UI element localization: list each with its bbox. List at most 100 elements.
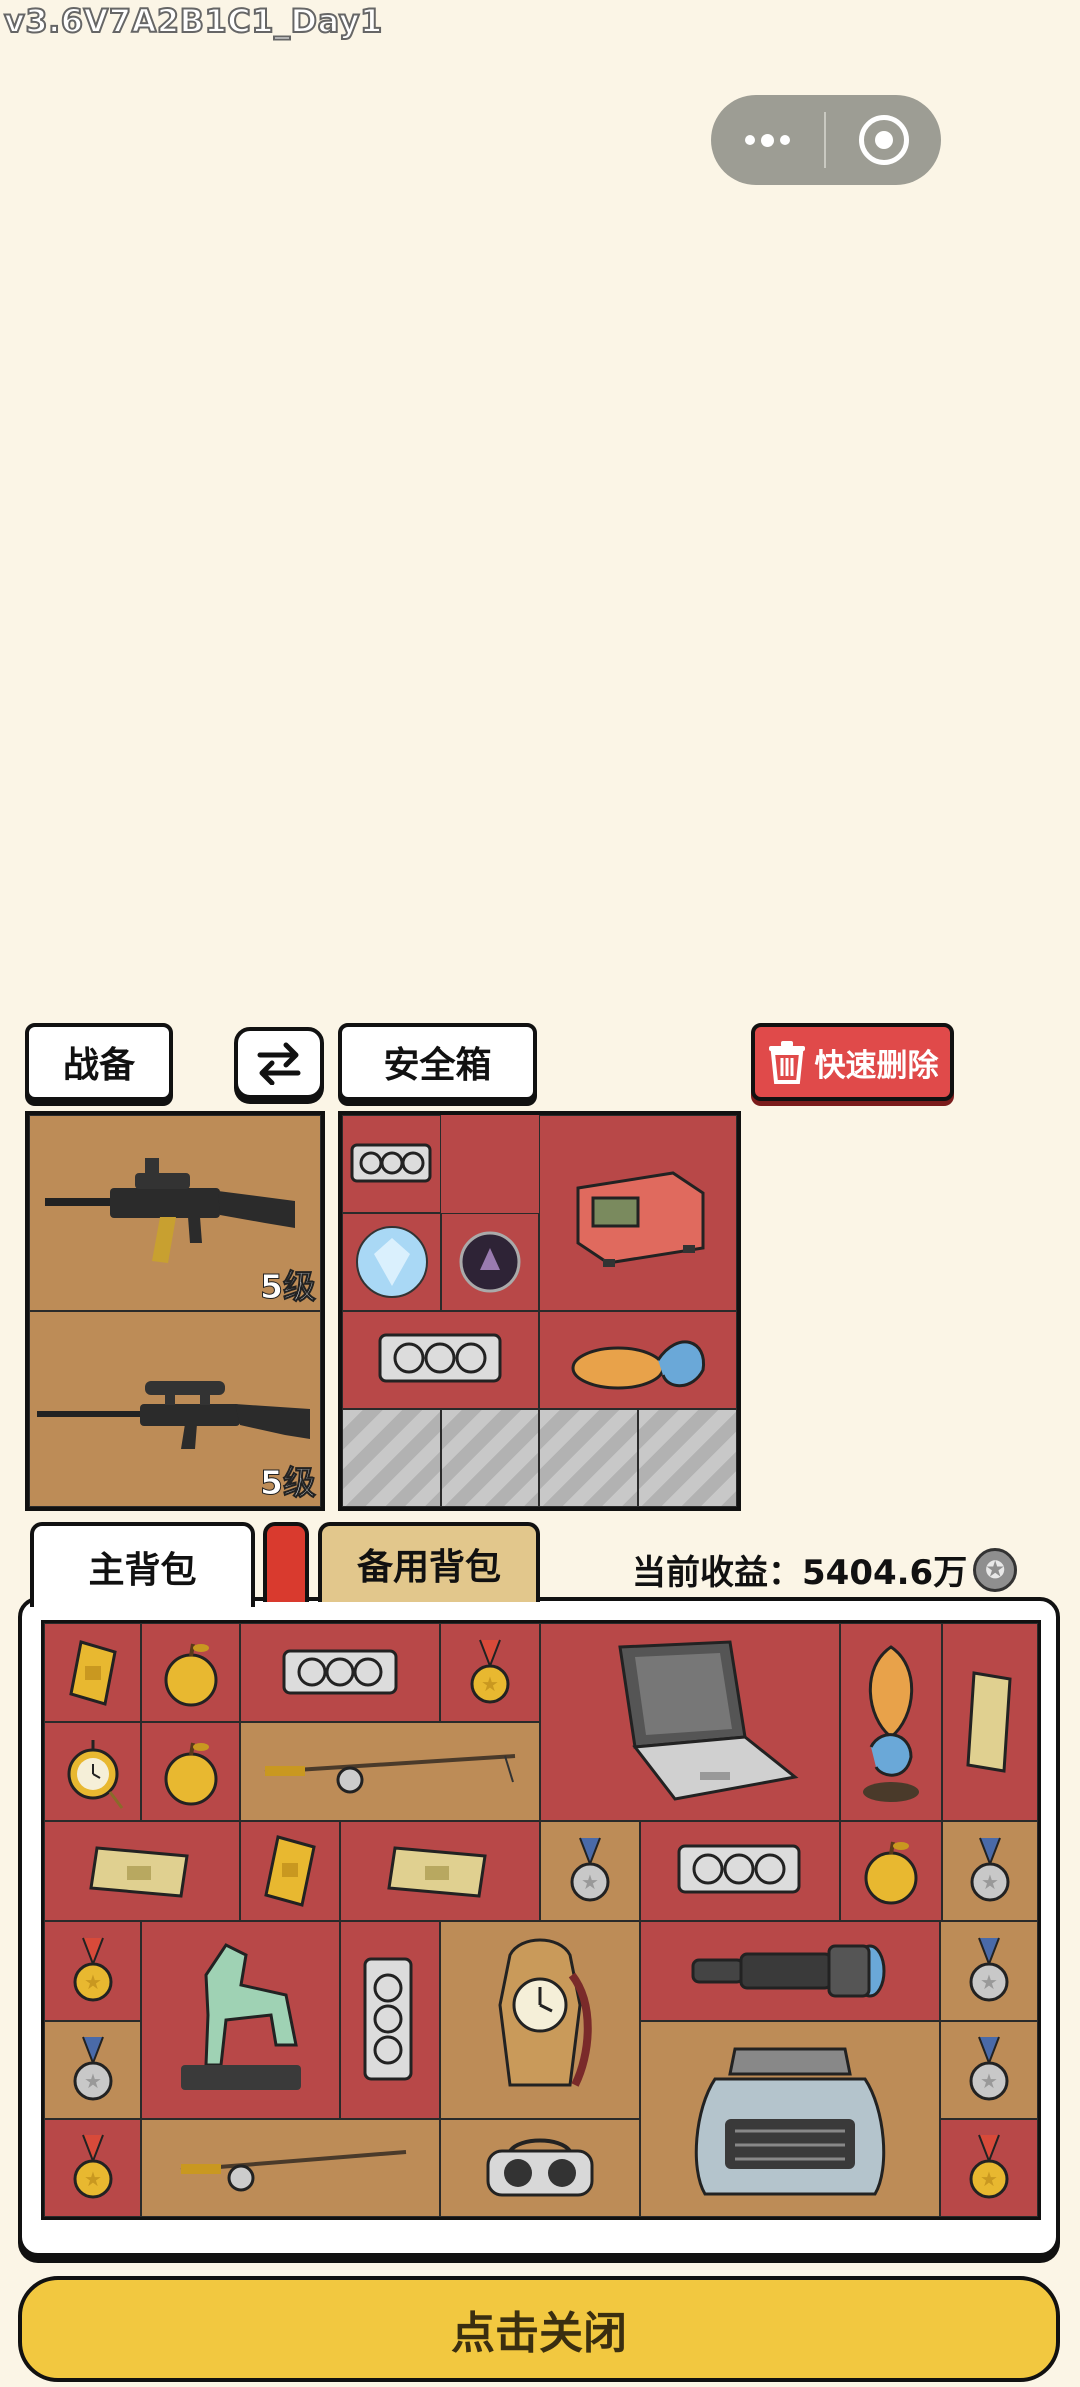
bag-slot[interactable]: ★ — [940, 1921, 1038, 2021]
typewriter-icon — [694, 2047, 886, 2196]
bag-slot[interactable] — [44, 1623, 141, 1722]
bag-slot[interactable]: ★ — [440, 1623, 540, 1722]
svg-text:★: ★ — [84, 2069, 102, 2093]
weapon-level: 5级 — [260, 1463, 317, 1503]
safe-slot-gem-orb[interactable] — [441, 1213, 539, 1311]
bag-slot[interactable] — [44, 1722, 141, 1821]
backup-bag-tab[interactable]: 备用背包 — [318, 1522, 540, 1602]
locked-slot — [441, 1409, 539, 1507]
telescope-icon — [691, 1944, 886, 1998]
red-server-box-icon — [576, 1171, 705, 1267]
svg-text:★: ★ — [980, 2167, 998, 2191]
bag-slot[interactable] — [44, 1821, 240, 1921]
graphics-card-icon — [282, 1649, 398, 1694]
swap-button[interactable] — [234, 1027, 324, 1099]
safe-slot-server-box[interactable] — [539, 1115, 737, 1311]
more-dots-icon[interactable] — [711, 95, 824, 185]
gold-bar-icon — [68, 1639, 117, 1706]
gold-medal-icon: ★ — [73, 2134, 112, 2199]
bag-slot[interactable]: ★ — [942, 1821, 1038, 1921]
bag-slot[interactable] — [141, 1623, 240, 1722]
jade-horse-statue-icon — [180, 1943, 301, 2090]
silver-medal-icon: ★ — [570, 1837, 610, 1902]
bag-slot[interactable]: ★ — [540, 1821, 640, 1921]
safe-slot-graphics-card[interactable] — [342, 1115, 441, 1213]
golden-apple-icon — [164, 1742, 217, 1805]
svg-text:★: ★ — [581, 1870, 599, 1894]
bag-slot[interactable] — [340, 1821, 540, 1921]
diamond-icon — [355, 1226, 428, 1298]
bag-slot[interactable] — [942, 1623, 1038, 1821]
safe-slot-diamond[interactable] — [342, 1213, 441, 1311]
bag-slot[interactable] — [340, 1921, 440, 2119]
fishing-rod-icon — [180, 2150, 406, 2192]
laptop-icon — [618, 1640, 799, 1801]
capsule-close-button[interactable] — [826, 115, 941, 165]
locked-slot — [342, 1409, 441, 1507]
bag-slot[interactable] — [141, 1722, 240, 1821]
svg-text:★: ★ — [980, 2069, 998, 2093]
gold-bar-icon — [89, 1846, 189, 1898]
main-bag-tab[interactable]: 主背包 — [30, 1522, 255, 1607]
bag-slot[interactable] — [440, 2119, 640, 2217]
safe-box-tab[interactable]: 安全箱 — [338, 1023, 537, 1101]
gold-medal-icon: ★ — [470, 1639, 510, 1703]
bag-slot[interactable] — [640, 1921, 940, 2021]
bag-slot[interactable] — [840, 1821, 942, 1921]
close-button[interactable]: 点击关闭 — [18, 2276, 1060, 2382]
trash-icon — [768, 1041, 805, 1084]
svg-text:★: ★ — [84, 2167, 102, 2191]
locked-slot — [638, 1409, 737, 1507]
bag-slot[interactable] — [540, 1623, 840, 1821]
bag-slot[interactable]: ★ — [44, 1921, 141, 2021]
bag-slot[interactable] — [640, 1821, 840, 1921]
koi-fish-statue-icon — [863, 1645, 919, 1802]
graphics-card-icon — [350, 1143, 431, 1183]
silver-medal-icon: ★ — [970, 1837, 1010, 1902]
bag-slot[interactable] — [141, 2119, 440, 2217]
gear-tab[interactable]: 战备 — [25, 1023, 173, 1101]
bag-slot[interactable] — [240, 1623, 440, 1722]
safe-box-grid — [338, 1111, 741, 1511]
bag-slot[interactable] — [440, 1921, 640, 2119]
target-circle-icon — [858, 115, 909, 165]
safe-slot-koi[interactable] — [539, 1311, 737, 1409]
bag-slot[interactable] — [640, 2021, 940, 2217]
quick-delete-button[interactable]: 快速删除 — [751, 1023, 954, 1101]
bag-slot[interactable] — [240, 1821, 340, 1921]
swap-arrows-icon — [257, 1042, 301, 1085]
graphics-card-icon — [363, 1957, 413, 2081]
loadout-slot-rifle[interactable]: 5级 — [29, 1115, 321, 1311]
bag-slot[interactable] — [141, 1921, 340, 2119]
vr-headset-icon — [486, 2138, 594, 2197]
bag-slot[interactable]: ★ — [940, 2119, 1038, 2217]
graphics-card-icon — [677, 1844, 801, 1894]
silver-coin-icon: ✪ — [973, 1547, 1018, 1592]
version-label: v3.6V7A2B1C1_Day1 — [3, 1, 383, 41]
bag-slot[interactable]: ★ — [44, 2021, 141, 2119]
bag-slot[interactable]: ★ — [940, 2021, 1038, 2119]
current-income: 当前收益： 5404.6万 ✪ — [632, 1545, 1018, 1594]
sniper-rifle-icon — [37, 1381, 310, 1449]
svg-text:★: ★ — [481, 1672, 499, 1696]
safe-slot-graphics-card-2[interactable] — [342, 1311, 539, 1409]
gold-bar-icon — [387, 1846, 487, 1898]
koi-fish-statue-icon — [571, 1340, 705, 1390]
silver-medal-icon: ★ — [73, 2036, 112, 2101]
bag-slot[interactable] — [240, 1722, 540, 1821]
svg-text:★: ★ — [84, 1970, 102, 1994]
income-value: 5404.6万 — [802, 1553, 968, 1593]
loadout-slot-sniper[interactable]: 5级 — [29, 1311, 321, 1507]
mini-program-capsule — [711, 95, 941, 185]
loadout-grid: 5级 5级 — [25, 1111, 325, 1511]
golden-apple-icon — [864, 1841, 918, 1905]
fishing-rod-icon — [264, 1753, 516, 1793]
bag-slot[interactable]: ★ — [44, 2119, 141, 2217]
gem-orb-icon — [459, 1231, 521, 1293]
gold-bar-icon — [264, 1835, 316, 1907]
bag-slot[interactable] — [840, 1623, 942, 1821]
weapon-level: 5级 — [260, 1267, 317, 1307]
gold-bar-icon — [966, 1671, 1012, 1773]
svg-text:★: ★ — [980, 1970, 998, 1994]
income-label: 当前收益： — [632, 1553, 802, 1593]
